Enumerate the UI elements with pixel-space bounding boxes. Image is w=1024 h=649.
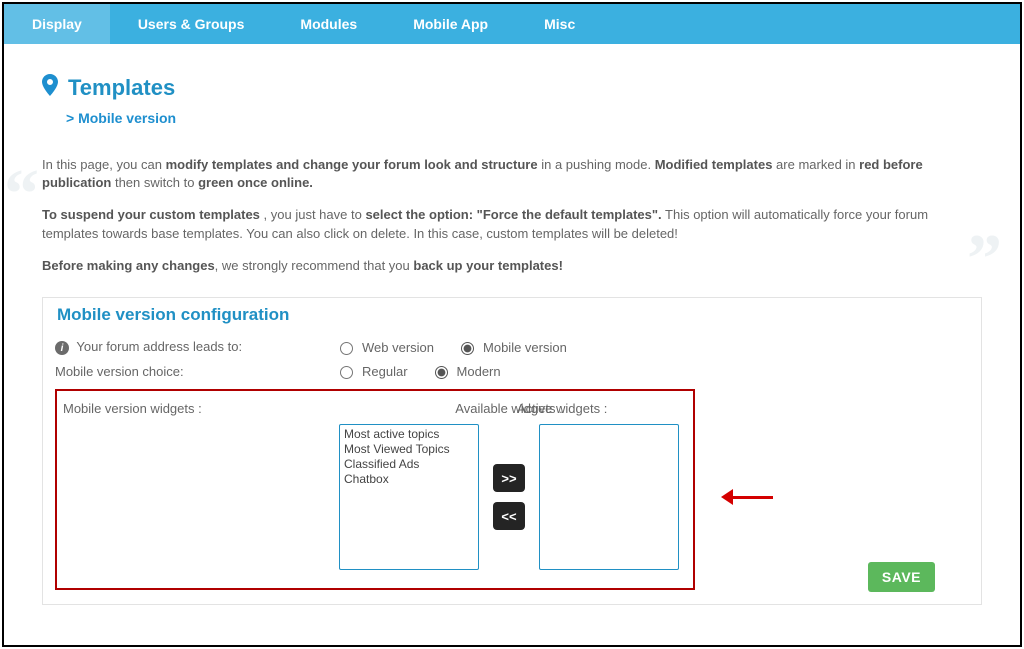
tab-users-groups[interactable]: Users & Groups — [110, 4, 273, 44]
leads-to-radio-group: Web version Mobile version — [335, 339, 567, 355]
annotation-arrow-icon — [717, 487, 787, 507]
active-widgets-head: Active widgets : — [517, 401, 607, 416]
location-pin-icon — [42, 74, 58, 102]
leads-to-label: Your forum address leads to: — [76, 339, 242, 354]
move-right-button[interactable]: >> — [493, 464, 525, 492]
page-title: Templates — [68, 75, 175, 101]
info-icon[interactable]: i — [55, 341, 69, 355]
active-widgets-list[interactable] — [539, 424, 679, 570]
tab-display[interactable]: Display — [4, 4, 110, 44]
radio-mobile-version[interactable]: Mobile version — [456, 339, 567, 355]
breadcrumb[interactable]: > Mobile version — [66, 110, 982, 126]
radio-modern[interactable]: Modern — [430, 363, 501, 379]
widgets-label: Mobile version widgets : — [63, 401, 309, 570]
tab-misc[interactable]: Misc — [516, 4, 603, 44]
choice-radio-group: Regular Modern — [335, 363, 501, 379]
top-nav: Display Users & Groups Modules Mobile Ap… — [4, 4, 1020, 44]
tab-modules[interactable]: Modules — [272, 4, 385, 44]
mobile-config-section: Mobile version configuration i Your foru… — [42, 297, 982, 606]
available-widgets-list[interactable]: Most active topicsMost Viewed TopicsClas… — [339, 424, 479, 570]
widgets-highlight-box: Mobile version widgets : Available widge… — [55, 389, 695, 590]
intro-text: “ In this page, you can modify templates… — [42, 156, 982, 275]
radio-regular[interactable]: Regular — [335, 363, 408, 379]
choice-label: Mobile version choice: — [55, 364, 335, 379]
available-widgets-head: Available widgets : — [339, 401, 679, 416]
radio-web-version[interactable]: Web version — [335, 339, 434, 355]
breadcrumb-mobile-version: Mobile version — [78, 110, 176, 126]
quote-close-icon: ” — [967, 239, 1002, 281]
chevron-right-icon: > — [66, 110, 74, 126]
move-left-button[interactable]: << — [493, 502, 525, 530]
save-button[interactable]: SAVE — [868, 562, 935, 592]
section-title: Mobile version configuration — [53, 305, 293, 325]
quote-open-icon: “ — [4, 174, 39, 216]
tab-mobile-app[interactable]: Mobile App — [385, 4, 516, 44]
